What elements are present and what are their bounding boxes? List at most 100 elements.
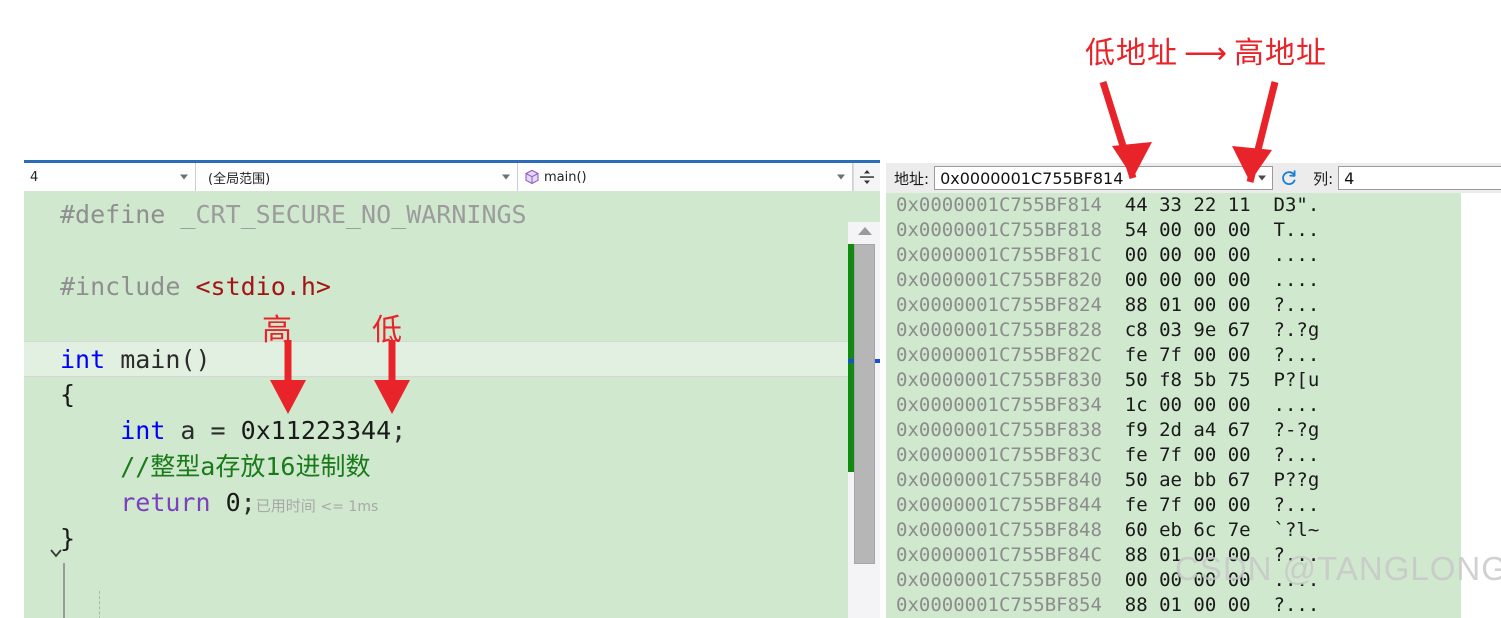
memory-row-hex: 50 f8 5b 75 <box>1101 369 1251 391</box>
annotation-low-address-label: 低地址 <box>1085 36 1178 71</box>
memory-row[interactable]: 0x0000001C755BF838 f9 2d a4 67 ?-?g <box>886 418 1461 443</box>
memory-row-address: 0x0000001C755BF84C <box>896 544 1102 566</box>
code-token: main() <box>105 345 211 374</box>
chevron-down-icon <box>837 174 845 180</box>
code-line: #include <stdio.h> <box>60 269 331 305</box>
memory-row-hex: 54 00 00 00 <box>1101 219 1251 241</box>
memory-row[interactable]: 0x0000001C755BF81C 00 00 00 00 .... <box>886 243 1461 268</box>
code-token: int <box>60 345 106 374</box>
code-token: ; <box>240 488 256 517</box>
scrollbar-thumb[interactable] <box>854 244 875 564</box>
address-input-wrapper[interactable] <box>934 166 1274 190</box>
memory-row-hex: 88 01 00 00 <box>1101 294 1251 316</box>
memory-row-hex: 88 01 00 00 <box>1101 544 1251 566</box>
memory-row-ascii: ?... <box>1250 344 1320 366</box>
memory-row[interactable]: 0x0000001C755BF848 60 eb 6c 7e `?l~ <box>886 518 1461 543</box>
memory-row[interactable]: 0x0000001C755BF850 00 00 00 00 .... <box>886 568 1461 593</box>
memory-row[interactable]: 0x0000001C755BF840 50 ae bb 67 P??g <box>886 468 1461 493</box>
memory-row-ascii: ?... <box>1250 494 1320 516</box>
memory-row-hex: 00 00 00 00 <box>1101 569 1251 591</box>
code-token: #include <box>60 272 196 301</box>
columns-input[interactable] <box>1339 167 1501 189</box>
annotation-address-direction: 低地址 ⟶ 高地址 <box>1085 28 1327 72</box>
memory-row-ascii: .... <box>1250 394 1320 416</box>
memory-row[interactable]: 0x0000001C755BF818 54 00 00 00 T... <box>886 218 1461 243</box>
memory-row[interactable]: 0x0000001C755BF854 88 01 00 00 ?... <box>886 593 1461 618</box>
code-token: a = <box>165 416 241 445</box>
memory-row-address: 0x0000001C755BF81C <box>896 244 1102 266</box>
memory-row-hex: 44 33 22 11 <box>1101 194 1251 216</box>
editor-vertical-scrollbar[interactable] <box>848 222 880 618</box>
code-lines: #define _CRT_SECURE_NO_WARNINGS #include… <box>24 191 848 618</box>
editor-navigation-bar: 4 (全局范围) main() <box>24 163 880 191</box>
memory-row[interactable]: 0x0000001C755BF830 50 f8 5b 75 P?[u <box>886 368 1461 393</box>
memory-row[interactable]: 0x0000001C755BF844 fe 7f 00 00 ?... <box>886 493 1461 518</box>
memory-row-address: 0x0000001C755BF848 <box>896 519 1102 541</box>
memory-row-hex: fe 7f 00 00 <box>1101 494 1251 516</box>
split-view-button[interactable] <box>853 163 880 191</box>
memory-row-address: 0x0000001C755BF834 <box>896 394 1102 416</box>
code-token: _CRT_SECURE_NO_WARNINGS <box>180 200 527 229</box>
memory-row-ascii: ?... <box>1250 594 1320 616</box>
memory-row-ascii: ?-?g <box>1250 419 1320 441</box>
annotation-code-low-label: 低 <box>372 313 402 348</box>
cube-icon <box>525 169 539 185</box>
memory-row-hex: 1c 00 00 00 <box>1101 394 1251 416</box>
columns-label: 列: <box>1313 169 1334 188</box>
memory-row[interactable]: 0x0000001C755BF834 1c 00 00 00 .... <box>886 393 1461 418</box>
code-token: 0x11223344 <box>240 416 392 445</box>
memory-row-ascii: .... <box>1250 244 1320 266</box>
memory-row-ascii: ?... <box>1250 294 1320 316</box>
code-token: //整型a存放16进制数 <box>60 452 371 481</box>
columns-input-wrapper[interactable] <box>1338 166 1501 190</box>
memory-dump-list[interactable]: 0x0000001C755BF814 44 33 22 11 D3". 0x000… <box>886 193 1461 618</box>
scroll-up-arrow-icon[interactable] <box>858 227 872 235</box>
memory-row-address: 0x0000001C755BF820 <box>896 269 1102 291</box>
code-editor-panel: 4 (全局范围) main() #define _CRT_SECURE_NO_W… <box>0 160 880 618</box>
code-line: //整型a存放16进制数 <box>60 449 370 485</box>
annotation-arrow-glyph: ⟶ <box>1184 36 1229 71</box>
memory-row[interactable]: 0x0000001C755BF820 00 00 00 00 .... <box>886 268 1461 293</box>
code-token: int <box>120 416 166 445</box>
function-dropdown[interactable]: main() <box>518 163 853 191</box>
memory-row-address: 0x0000001C755BF83C <box>896 444 1102 466</box>
line-number-value: 4 <box>30 169 39 185</box>
line-number-dropdown[interactable]: 4 <box>24 163 196 191</box>
memory-row[interactable]: 0x0000001C755BF814 44 33 22 11 D3". <box>886 193 1461 218</box>
code-token: <stdio.h> <box>195 272 331 301</box>
memory-row[interactable]: 0x0000001C755BF824 88 01 00 00 ?... <box>886 293 1461 318</box>
function-value: main() <box>544 169 587 185</box>
memory-row-hex: fe 7f 00 00 <box>1101 344 1251 366</box>
annotation-code-high-label: 高 <box>262 313 292 348</box>
memory-row-address: 0x0000001C755BF844 <box>896 494 1102 516</box>
memory-row-address: 0x0000001C755BF850 <box>896 569 1102 591</box>
memory-toolbar: 地址: 列: <box>886 163 1501 193</box>
scope-dropdown[interactable]: (全局范围) <box>196 163 518 191</box>
memory-row[interactable]: 0x0000001C755BF828 c8 03 9e 67 ?.?g <box>886 318 1461 343</box>
code-token: return <box>120 488 211 517</box>
app-root: 低地址 ⟶ 高地址 4 (全局范围) main() #define _CRT_S… <box>0 0 1501 618</box>
chevron-down-icon[interactable] <box>1258 175 1267 181</box>
memory-row-hex: 00 00 00 00 <box>1101 269 1251 291</box>
code-token: 0 <box>225 488 241 517</box>
memory-row-ascii: D3". <box>1250 194 1320 216</box>
memory-row-ascii: P??g <box>1250 469 1320 491</box>
refresh-button[interactable] <box>1279 165 1299 191</box>
address-input[interactable] <box>935 167 1273 189</box>
memory-row-hex: 88 01 00 00 <box>1101 594 1251 616</box>
memory-row-address: 0x0000001C755BF818 <box>896 219 1102 241</box>
memory-row[interactable]: 0x0000001C755BF82C fe 7f 00 00 ?... <box>886 343 1461 368</box>
memory-row-address: 0x0000001C755BF82C <box>896 344 1102 366</box>
memory-row[interactable]: 0x0000001C755BF84C 88 01 00 00 ?... <box>886 543 1461 568</box>
code-line-current: int main() <box>24 341 848 377</box>
annotation-high-address-label: 高地址 <box>1234 36 1328 71</box>
memory-row-address: 0x0000001C755BF824 <box>896 294 1102 316</box>
code-line: #define _CRT_SECURE_NO_WARNINGS <box>60 197 527 233</box>
memory-row-address: 0x0000001C755BF828 <box>896 319 1102 341</box>
code-text-area[interactable]: #define _CRT_SECURE_NO_WARNINGS #include… <box>24 191 880 618</box>
code-token: { <box>60 380 76 409</box>
memory-row[interactable]: 0x0000001C755BF83C fe 7f 00 00 ?... <box>886 443 1461 468</box>
memory-row-hex: c8 03 9e 67 <box>1101 319 1251 341</box>
